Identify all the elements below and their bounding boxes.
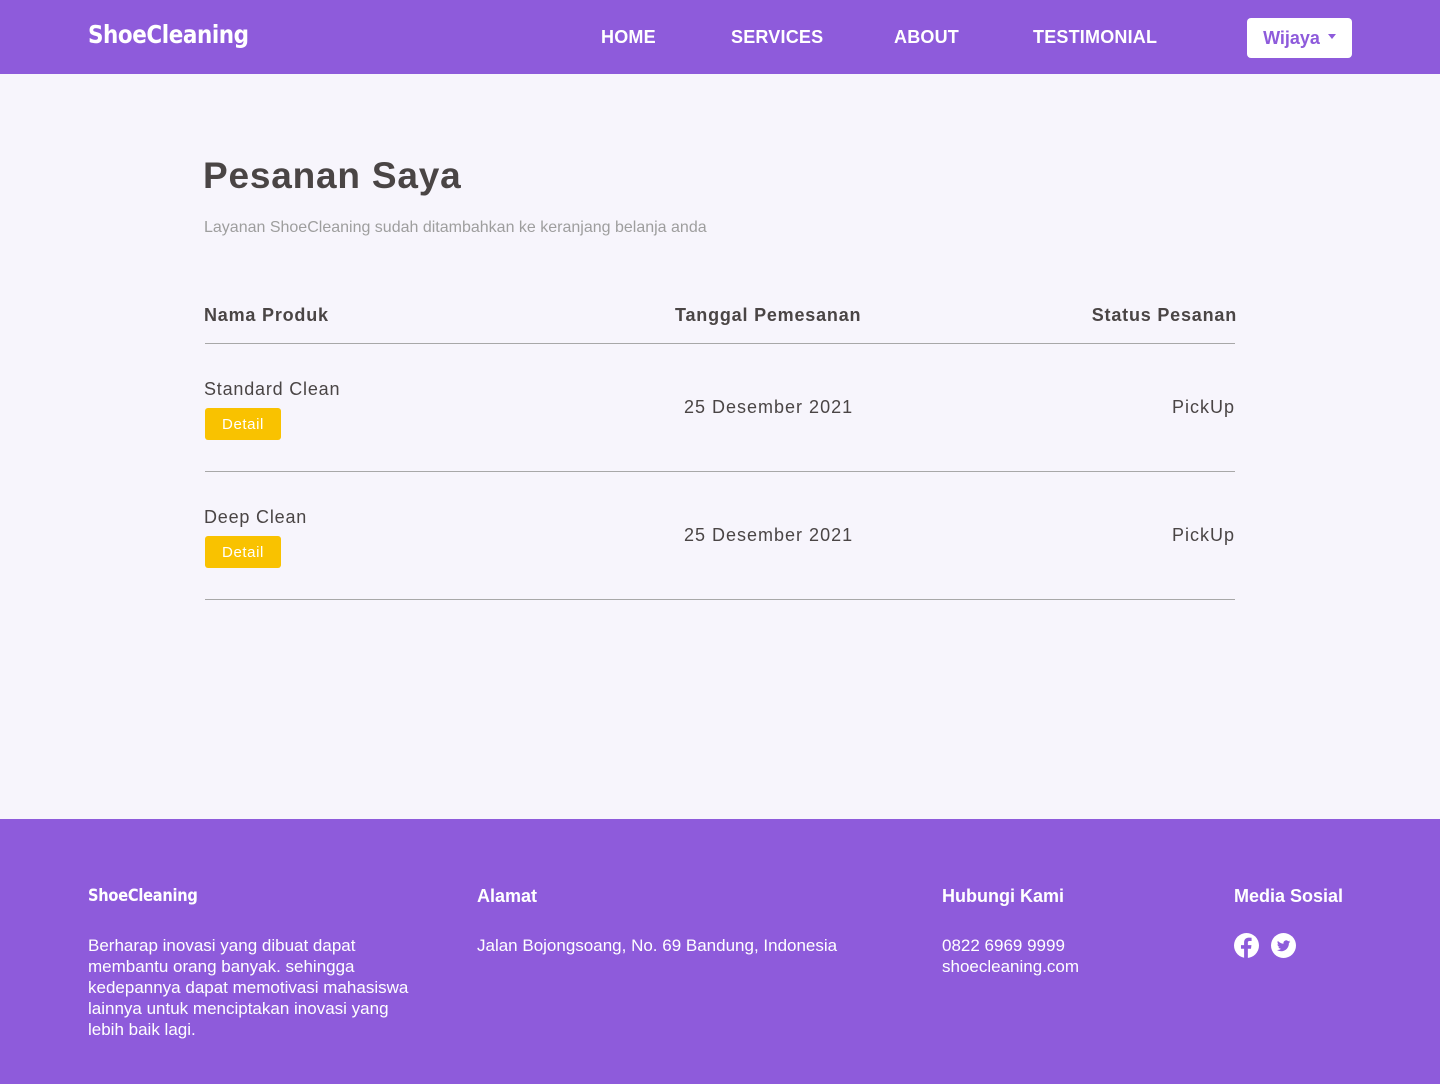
nav-testimonial[interactable]: TESTIMONIAL — [1033, 27, 1157, 48]
footer-contact-title: Hubungi Kami — [942, 886, 1064, 906]
footer-brand: ShoeCleaning — [88, 886, 198, 906]
footer-address-title: Alamat — [477, 886, 538, 906]
order-status: PickUp — [1171, 525, 1235, 545]
column-header-product: Nama Produk — [204, 305, 329, 325]
facebook-icon[interactable] — [1234, 933, 1259, 958]
footer-phone: 0822 6969 9999 — [942, 936, 1065, 955]
product-name: Standard Clean — [204, 379, 341, 399]
brand-logo[interactable]: ShoeCleaning — [88, 20, 249, 49]
caret-down-icon — [1327, 33, 1336, 39]
page-title: Pesanan Saya — [203, 155, 462, 196]
table-row: Deep Clean Detail 25 Desember 2021 PickU… — [0, 472, 1440, 600]
table-divider — [205, 599, 1235, 600]
twitter-icon[interactable] — [1271, 933, 1296, 958]
table-row: Standard Clean Detail 25 Desember 2021 P… — [0, 344, 1440, 472]
footer-description: Berharap inovasi yang dibuat dapat memba… — [88, 936, 409, 1039]
order-date: 25 Desember 2021 — [684, 525, 854, 545]
column-header-date: Tanggal Pemesanan — [675, 305, 862, 325]
footer: ShoeCleaning Berharap inovasi yang dibua… — [0, 819, 1440, 1084]
footer-website[interactable]: shoecleaning.com — [942, 956, 1079, 977]
order-status: PickUp — [1171, 397, 1235, 417]
column-header-status: Status Pesanan — [1091, 305, 1237, 325]
product-name: Deep Clean — [204, 507, 308, 527]
order-date: 25 Desember 2021 — [684, 397, 854, 417]
footer-social-title: Media Sosial — [1234, 886, 1344, 906]
user-name: Wijaya — [1263, 27, 1320, 48]
detail-button[interactable]: Detail — [205, 408, 281, 440]
page-subtitle: Layanan ShoeCleaning sudah ditambahkan k… — [204, 219, 707, 236]
detail-button[interactable]: Detail — [205, 536, 281, 568]
nav-about[interactable]: ABOUT — [894, 27, 959, 48]
nav-services[interactable]: SERVICES — [731, 27, 823, 48]
user-dropdown-button[interactable]: Wijaya — [1247, 18, 1352, 58]
nav-home[interactable]: HOME — [601, 27, 656, 48]
footer-address: Jalan Bojongsoang, No. 69 Bandung, Indon… — [477, 936, 838, 955]
navbar: ShoeCleaning HOME SERVICES ABOUT TESTIMO… — [0, 0, 1440, 74]
